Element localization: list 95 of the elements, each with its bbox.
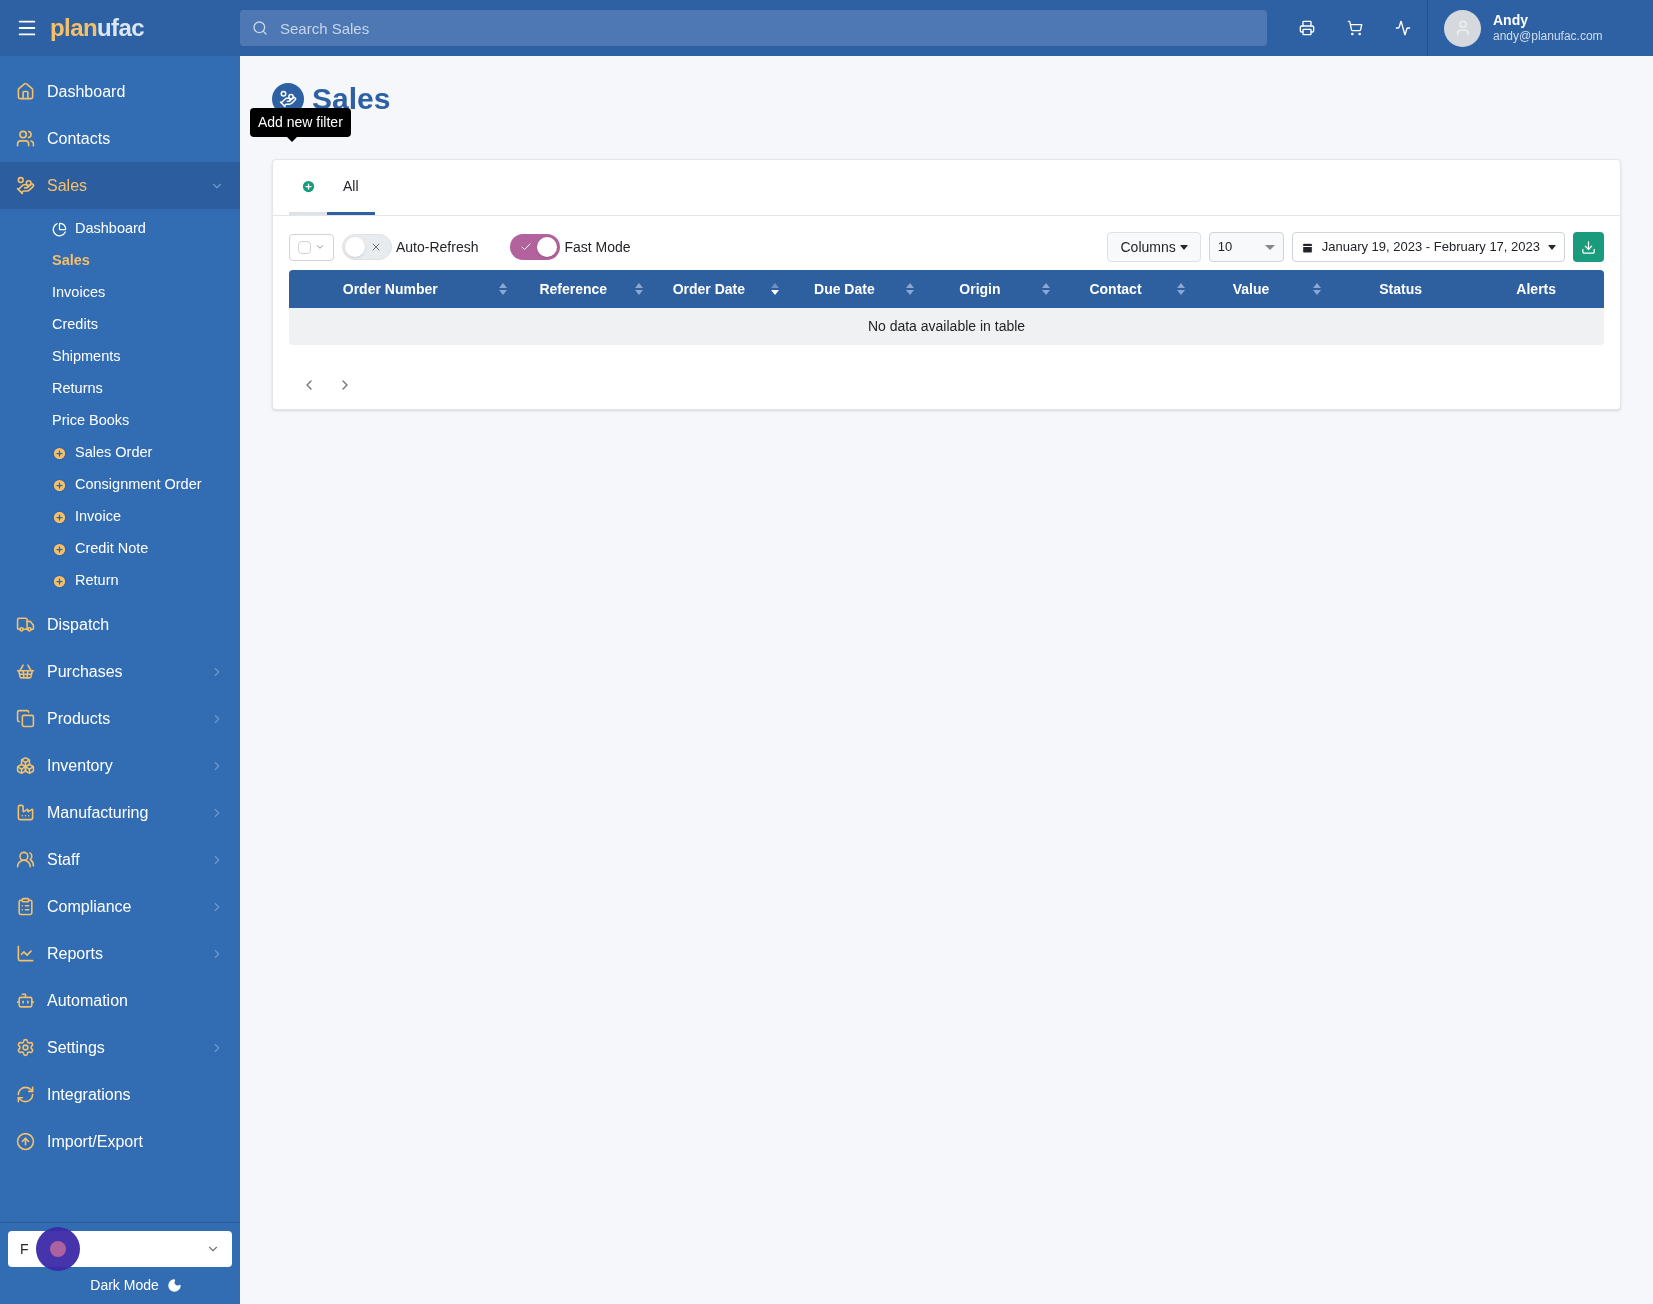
dark-mode-label: Dark Mode	[90, 1276, 159, 1295]
sidebar-subitem[interactable]: Return	[0, 565, 240, 597]
sidebar-subitem[interactable]: Sales	[0, 245, 240, 277]
plus-circle-icon	[52, 541, 67, 557]
sidebar-subitem[interactable]: Invoices	[0, 277, 240, 309]
column-header[interactable]: Order Date	[655, 270, 791, 308]
plus-circle-icon	[52, 509, 67, 525]
sort-icon	[1177, 283, 1186, 295]
toggle-switch[interactable]	[510, 234, 561, 260]
calendar-icon	[1300, 240, 1314, 254]
sidebar-item[interactable]: Manufacturing	[0, 789, 240, 836]
sidebar-item[interactable]: Inventory	[0, 742, 240, 789]
column-header: Alerts	[1515, 279, 1558, 299]
plus-circle-icon	[52, 445, 67, 461]
select-all-checkbox[interactable]	[289, 233, 334, 261]
sidebar-item[interactable]: Settings	[0, 1024, 240, 1071]
column-header[interactable]: Contact	[1061, 270, 1198, 308]
download-button[interactable]	[1573, 232, 1604, 262]
sidebar-item[interactable]: Integrations	[0, 1071, 240, 1118]
avatar[interactable]	[1444, 9, 1481, 47]
sidebar-item[interactable]: Sales	[0, 162, 240, 209]
plus-circle-icon	[52, 573, 67, 589]
toggle-label: Fast Mode	[564, 237, 631, 257]
column-header[interactable]: Value	[1197, 270, 1333, 308]
sidebar-item[interactable]: Compliance	[0, 883, 240, 930]
sidebar-subitem[interactable]: Credits	[0, 309, 240, 341]
sort-icon	[499, 283, 508, 295]
sort-icon	[1312, 283, 1321, 295]
sidebar-subitem[interactable]: Sales Order	[0, 437, 240, 469]
sidebar-item[interactable]: Automation	[0, 977, 240, 1024]
column-header[interactable]: Origin	[926, 270, 1062, 308]
sidebar-subitem[interactable]: Credit Note	[0, 533, 240, 565]
sidebar-item[interactable]: Dispatch	[0, 601, 240, 648]
plus-circle-icon	[52, 477, 67, 493]
sidebar-item[interactable]: Purchases	[0, 648, 240, 695]
column-header[interactable]: Reference	[519, 270, 656, 308]
factory-icon	[16, 803, 35, 822]
sidebar-item[interactable]: Reports	[0, 930, 240, 977]
user-name: Andy	[1493, 11, 1529, 30]
moon-icon[interactable]	[166, 1278, 182, 1293]
sidebar-subitem[interactable]: Returns	[0, 373, 240, 405]
toggle-switch[interactable]	[342, 234, 392, 260]
sidebar-subitem[interactable]: Dashboard	[0, 213, 240, 245]
basket-icon	[16, 662, 35, 681]
robot-icon	[16, 991, 35, 1010]
printer-icon[interactable]	[1299, 20, 1315, 36]
logo: planufac	[50, 13, 144, 43]
sidebar-item[interactable]: Dashboard	[0, 68, 240, 115]
sort-icon	[770, 283, 779, 295]
sidebar-item[interactable]: Import/Export	[0, 1118, 240, 1165]
people-icon	[16, 850, 35, 869]
sidebar-item[interactable]: Contacts	[0, 115, 240, 162]
boxes-icon	[16, 756, 35, 775]
upload-icon	[16, 1132, 35, 1151]
tooltip-arrow	[286, 136, 298, 142]
clipboard-icon	[16, 897, 35, 916]
rows-select[interactable]: 10	[1208, 232, 1284, 262]
filter-tab[interactable]: All	[327, 160, 375, 215]
truck-icon	[16, 615, 35, 634]
pie-chart-icon	[52, 221, 67, 237]
check-icon	[520, 241, 533, 253]
search-field[interactable]: Search Sales	[240, 10, 1267, 46]
pulse-icon[interactable]	[1395, 20, 1411, 36]
refresh-icon	[16, 1085, 35, 1104]
close-icon	[370, 241, 382, 253]
tooltip: Add new filter	[250, 108, 351, 137]
empty-table-message: No data available in table	[289, 308, 1604, 345]
column-header[interactable]: Due Date	[790, 270, 927, 308]
sidebar-subitem[interactable]: Invoice	[0, 501, 240, 533]
house-icon	[16, 82, 35, 101]
sort-icon	[906, 283, 915, 295]
sort-icon	[635, 283, 644, 295]
stacked-squares-icon	[16, 709, 35, 728]
people-icon	[16, 129, 35, 148]
column-header: Status	[1378, 279, 1423, 299]
sidebar-item[interactable]: Products	[0, 695, 240, 742]
sidebar-item[interactable]: Staff	[0, 836, 240, 883]
sidebar-subitem[interactable]: Price Books	[0, 405, 240, 437]
plus-circle-icon	[300, 178, 316, 194]
sort-icon	[1041, 283, 1050, 295]
user-email: andy@planufac.com	[1493, 29, 1603, 45]
column-header[interactable]: Order Number	[289, 270, 520, 308]
date-range-picker[interactable]: January 19, 2023 - February 17, 2023	[1291, 232, 1565, 262]
search-icon	[252, 20, 268, 36]
sidebar-subitem[interactable]: Shipments	[0, 341, 240, 373]
columns-button[interactable]: Columns	[1107, 232, 1201, 262]
sidebar-subitem[interactable]: Consignment Order	[0, 469, 240, 501]
download-icon	[1581, 239, 1596, 255]
cart-icon[interactable]	[1347, 20, 1363, 36]
settings-icon	[16, 1038, 35, 1057]
cursor-indicator	[36, 1227, 80, 1271]
caret-icon	[315, 242, 325, 252]
toggle-label: Auto-Refresh	[396, 237, 479, 257]
hand-coin-icon	[16, 176, 35, 195]
line-chart-icon	[16, 944, 35, 963]
